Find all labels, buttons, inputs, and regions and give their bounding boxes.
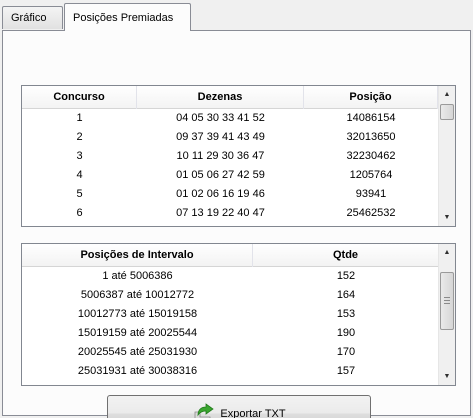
column-header-concurso[interactable]: Concurso: [22, 86, 137, 109]
table-row[interactable]: 5 01 02 06 16 19 46 93941: [22, 185, 438, 204]
cell-dezenas: 01 05 06 27 42 59: [176, 169, 265, 181]
tab-panel: Concurso Dezenas Posição 1 04 05 30 33 4…: [2, 30, 471, 418]
table-row[interactable]: 4 01 05 06 27 42 59 1205764: [22, 166, 438, 185]
cell-dezenas: 09 37 39 41 43 49: [176, 131, 265, 143]
cell-intervalo: 20025545 até 25031930: [77, 346, 198, 358]
cell-posicao: [304, 223, 438, 226]
cell-qtde: 170: [336, 346, 356, 358]
table-row[interactable]: [22, 381, 439, 385]
column-header-dezenas[interactable]: Dezenas: [137, 86, 304, 109]
cell-posicao: 14086154: [346, 112, 396, 124]
table-row[interactable]: 1 04 05 30 33 41 52 14086154: [22, 109, 438, 128]
cell-posicao: 25462532: [346, 207, 396, 219]
table-row[interactable]: 25031931 até 30038316 157: [22, 362, 439, 381]
grip-line: [444, 297, 450, 298]
cell-concurso: 1: [76, 112, 83, 124]
export-txt-label: Exportar TXT: [220, 407, 286, 418]
table-row[interactable]: 3 10 11 29 30 36 47 32230462: [22, 147, 438, 166]
vertical-scrollbar[interactable]: ▲ ▼: [438, 86, 455, 226]
cell-intervalo: 1 até 5006386: [102, 270, 173, 282]
tab-strip: Gráfico Posições Premiadas: [0, 0, 473, 31]
grid-header: Posições de Intervalo Qtde: [22, 244, 439, 267]
scroll-thumb[interactable]: [440, 104, 454, 120]
cell-concurso: 4: [76, 169, 83, 181]
cell-qtde: 190: [336, 327, 356, 339]
table-row[interactable]: 15019159 até 20025544 190: [22, 324, 439, 343]
export-txt-button[interactable]: Exportar TXT: [107, 395, 371, 418]
grid-rows: 1 até 5006386 152 5006387 até 10012772 1…: [22, 267, 439, 385]
cell-dezenas: 10 11 29 30 36 47: [176, 150, 265, 162]
table-row[interactable]: 6 07 13 19 22 40 47 25462532: [22, 204, 438, 223]
cell-intervalo: [22, 381, 253, 385]
cell-dezenas: [137, 223, 304, 226]
cell-intervalo: 5006387 até 10012772: [80, 289, 195, 301]
cell-posicao: 1205764: [349, 169, 393, 181]
cell-posicao: 93941: [355, 188, 387, 200]
scroll-up-arrow-icon[interactable]: ▲: [439, 86, 455, 103]
table-row[interactable]: 2 09 37 39 41 43 49 32013650: [22, 128, 438, 147]
cell-posicao: 32230462: [346, 150, 396, 162]
cell-dezenas: 01 02 06 16 19 46: [176, 188, 265, 200]
cell-concurso: 3: [76, 150, 83, 162]
cell-qtde: [253, 381, 439, 385]
vertical-scrollbar[interactable]: ▲ ▼: [438, 244, 455, 385]
scroll-thumb[interactable]: [440, 272, 454, 330]
scroll-down-arrow-icon[interactable]: ▼: [439, 209, 455, 226]
tab-posicoes-premiadas[interactable]: Posições Premiadas: [64, 3, 191, 31]
cell-concurso: 5: [76, 188, 83, 200]
grid-header: Concurso Dezenas Posição: [22, 86, 438, 109]
cell-intervalo: 10012773 até 15019158: [77, 308, 198, 320]
cell-intervalo: 25031931 até 30038316: [77, 365, 198, 377]
cell-concurso: 7: [22, 223, 137, 226]
table-row[interactable]: 5006387 até 10012772 164: [22, 286, 439, 305]
intervalos-grid: Posições de Intervalo Qtde 1 até 5006386…: [21, 243, 456, 386]
grip-line: [444, 300, 450, 301]
cell-dezenas: 04 05 30 33 41 52: [176, 112, 265, 124]
column-header-posicoes-de-intervalo[interactable]: Posições de Intervalo: [22, 244, 253, 267]
table-row[interactable]: 1 até 5006386 152: [22, 267, 439, 286]
table-row[interactable]: 20025545 até 25031930 170: [22, 343, 439, 362]
table-row[interactable]: 10012773 até 15019158 153: [22, 305, 439, 324]
scroll-down-arrow-icon[interactable]: ▼: [439, 368, 455, 385]
cell-concurso: 2: [76, 131, 83, 143]
cell-posicao: 32013650: [346, 131, 396, 143]
column-header-qtde[interactable]: Qtde: [253, 244, 439, 267]
tab-grafico[interactable]: Gráfico: [2, 6, 63, 29]
concursos-grid: Concurso Dezenas Posição 1 04 05 30 33 4…: [21, 85, 456, 227]
grid-rows: 1 04 05 30 33 41 52 14086154 2 09 37 39 …: [22, 109, 438, 226]
column-header-posicao[interactable]: Posição: [304, 86, 438, 109]
scroll-up-arrow-icon[interactable]: ▲: [439, 244, 455, 261]
green-export-arrow-icon: [194, 402, 215, 418]
cell-qtde: 152: [336, 270, 356, 282]
cell-concurso: 6: [76, 207, 83, 219]
cell-qtde: 153: [336, 308, 356, 320]
cell-qtde: 164: [336, 289, 356, 301]
cell-dezenas: 07 13 19 22 40 47: [176, 207, 265, 219]
cell-intervalo: 15019159 até 20025544: [77, 327, 198, 339]
table-row[interactable]: 7: [22, 223, 438, 226]
cell-qtde: 157: [336, 365, 356, 377]
grip-line: [444, 303, 450, 304]
